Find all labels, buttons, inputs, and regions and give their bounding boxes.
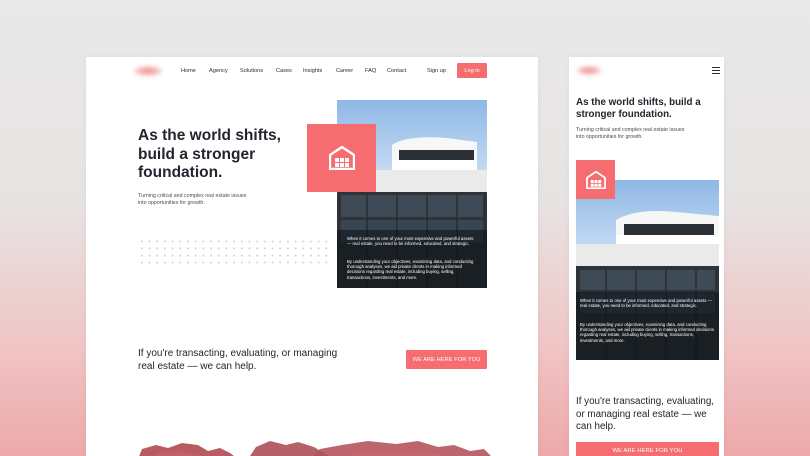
nav-link-career[interactable]: Career — [336, 68, 353, 74]
signup-link[interactable]: Sign up — [427, 68, 446, 74]
hero-subtitle: Turning critical and complex real estate… — [138, 193, 247, 206]
login-button[interactable]: Log in — [457, 63, 487, 78]
cta-text: If you're transacting, evaluating, or ma… — [138, 348, 338, 372]
nav-link-contact[interactable]: Contact — [387, 68, 406, 74]
mobile-brand-logo[interactable] — [577, 66, 601, 75]
decorative-dot-grid — [138, 238, 328, 266]
mobile-building-photo: When it comes to one of your most expens… — [576, 180, 719, 360]
mobile-cta-text: If you're transacting, evaluating, or ma… — [576, 396, 715, 433]
nav-link-cases[interactable]: Cases — [276, 68, 292, 74]
desktop-page-mockup: Home Agency Solutions Cases Insights Car… — [86, 57, 538, 456]
image-overlay-paragraph-2: By understanding your objectives, examin… — [347, 259, 474, 280]
brand-logo[interactable] — [134, 66, 162, 76]
hamburger-menu-icon[interactable] — [712, 67, 720, 74]
nav-link-faq[interactable]: FAQ — [365, 68, 376, 74]
mobile-accent-logo-square — [576, 160, 615, 199]
image-overlay-paragraph-1: When it comes to one of your most expens… — [347, 236, 474, 247]
cta-button[interactable]: WE ARE HERE FOR YOU — [406, 350, 487, 369]
mobile-home-icon — [585, 170, 606, 189]
mobile-hero-title: As the world shifts, build a stronger fo… — [576, 97, 701, 120]
home-icon — [328, 146, 355, 170]
mobile-image-overlay-paragraph-2: By understanding your objectives, examin… — [580, 322, 714, 343]
hero-title: As the world shifts, build a stronger fo… — [138, 127, 281, 181]
nav-link-insights[interactable]: Insights — [303, 68, 322, 74]
mobile-cta-button[interactable]: WE ARE HERE FOR YOU — [576, 442, 719, 456]
mobile-page-mockup: As the world shifts, build a stronger fo… — [569, 57, 724, 456]
nav-link-solutions[interactable]: Solutions — [240, 68, 263, 74]
mobile-hero-subtitle: Turning critical and complex real estate… — [576, 127, 685, 140]
nav-link-home[interactable]: Home — [181, 68, 196, 74]
world-map-graphic — [139, 441, 491, 456]
mobile-image-overlay-paragraph-1: When it comes to one of your most expens… — [580, 298, 712, 309]
accent-logo-square — [307, 124, 376, 192]
nav-link-agency[interactable]: Agency — [209, 68, 228, 74]
